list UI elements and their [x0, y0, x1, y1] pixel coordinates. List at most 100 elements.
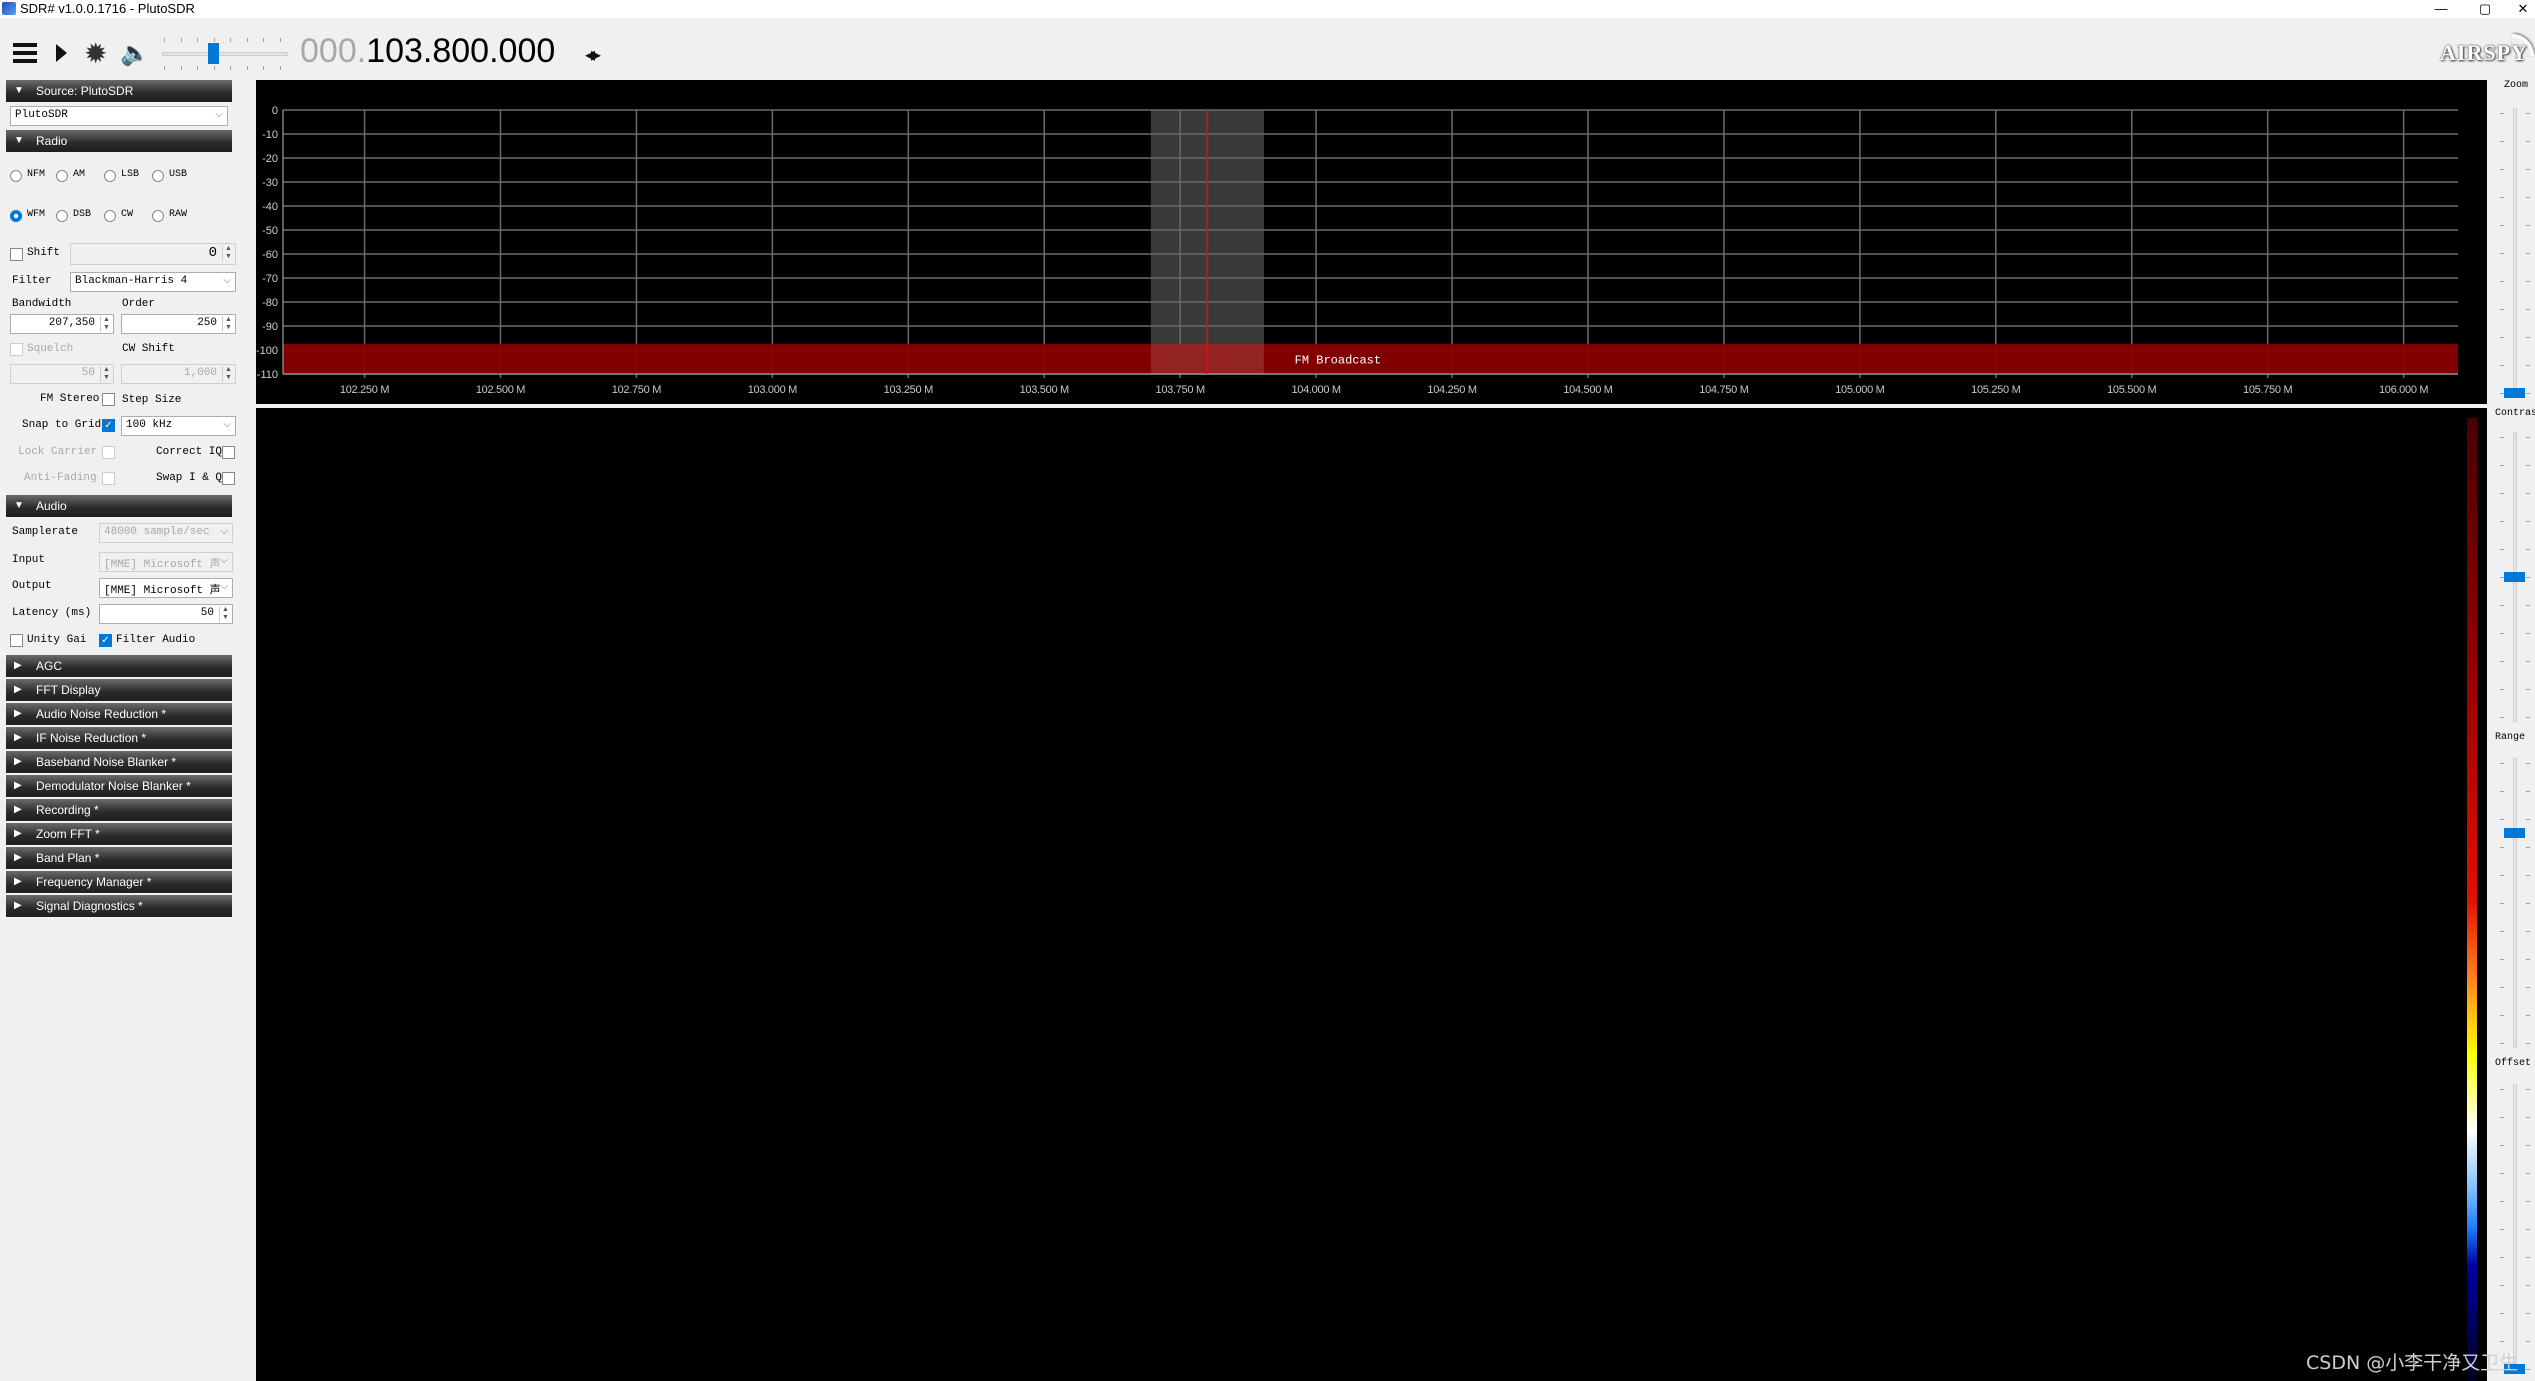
audio-input-select[interactable]: [MME] Microsoft 声 ⌵: [99, 552, 233, 572]
slider-tick: [2500, 521, 2504, 522]
filter-audio-checkbox[interactable]: ✓: [99, 634, 112, 647]
minimize-button[interactable]: —: [2418, 0, 2464, 18]
step-size-value: 100 kHz: [126, 419, 173, 431]
mode-radio-raw[interactable]: [152, 210, 164, 222]
expand-arrow-icon: ▶: [14, 780, 22, 791]
chevron-down-icon: ⌵: [220, 555, 228, 566]
mode-label-dsb: DSB: [73, 209, 92, 220]
mode-radio-dsb[interactable]: [56, 210, 68, 222]
gear-icon[interactable]: ✹: [84, 40, 107, 68]
expand-arrow-icon: ▶: [14, 708, 22, 719]
section-header-recording[interactable]: ▶ Recording *: [6, 799, 232, 821]
order-label: Order: [122, 298, 156, 310]
unity-gain-checkbox[interactable]: [10, 634, 23, 647]
slider-tick: [2500, 1341, 2504, 1342]
section-header-demodulator-noise-blanker[interactable]: ▶ Demodulator Noise Blanker *: [6, 775, 232, 797]
cw-shift-input[interactable]: 1,000 ▲ ▼: [121, 364, 236, 384]
source-device-select[interactable]: PlutoSDR ⌵: [10, 106, 228, 126]
play-icon[interactable]: [56, 44, 67, 62]
lock-carrier-checkbox[interactable]: [102, 446, 115, 459]
filter-select[interactable]: Blackman-Harris 4 ⌵: [70, 272, 236, 292]
slider-tick: [2500, 633, 2504, 634]
range-slider-track[interactable]: [2513, 758, 2517, 1048]
slider-tick: [2526, 577, 2530, 578]
spinner-arrows-icon[interactable]: ▲ ▼: [222, 245, 234, 261]
x-tick-label: 102.500 M: [476, 384, 525, 396]
shift-checkbox[interactable]: [10, 248, 23, 261]
audio-output-select[interactable]: [MME] Microsoft 声 ⌵: [99, 578, 233, 598]
latency-input[interactable]: 50 ▲ ▼: [99, 604, 233, 624]
swap-iq-checkbox[interactable]: [222, 472, 235, 485]
anti-fading-checkbox[interactable]: [102, 472, 115, 485]
slider-tick: [2500, 1117, 2504, 1118]
shift-input[interactable]: 0 ▲ ▼: [70, 243, 236, 265]
swap-iq-label: Swap I & Q: [156, 472, 223, 484]
correct-iq-checkbox[interactable]: [222, 446, 235, 459]
section-header-baseband-noise-blanker[interactable]: ▶ Baseband Noise Blanker *: [6, 751, 232, 773]
samplerate-select[interactable]: 48000 sample/sec ⌵: [99, 523, 233, 543]
spectrum-analyzer[interactable]: 0 -10 -20 -30 -40 -50 -60 -70 -80 -90 -100 -110 102.…: [256, 80, 2487, 404]
contras-slider-thumb[interactable]: [2504, 572, 2525, 582]
section-header-fft-display[interactable]: ▶ FFT Display: [6, 679, 232, 701]
zoom-slider-track[interactable]: [2513, 108, 2517, 398]
bandwidth-value: 207,350: [48, 317, 95, 329]
mode-radio-lsb[interactable]: [104, 170, 116, 182]
section-header-radio[interactable]: ▼ Radio: [6, 130, 232, 152]
offset-slider-track[interactable]: [2513, 1084, 2517, 1374]
range-slider-thumb[interactable]: [2504, 828, 2525, 838]
x-tick-label: 103.750 M: [1156, 384, 1205, 396]
spinner-arrows-icon[interactable]: ▲ ▼: [100, 366, 112, 382]
volume-slider-thumb[interactable]: [208, 43, 219, 64]
section-header-frequency-manager[interactable]: ▶ Frequency Manager *: [6, 871, 232, 893]
fm-stereo-label: FM Stereo: [40, 393, 100, 405]
output-label: Output: [12, 580, 52, 592]
chevron-down-icon: ⌵: [223, 275, 231, 286]
squelch-checkbox[interactable]: [10, 343, 23, 356]
tune-arrows-icon[interactable]: ◂▸: [585, 42, 601, 67]
order-input[interactable]: 250 ▲ ▼: [121, 314, 236, 334]
section-header-agc[interactable]: ▶ AGC: [6, 655, 232, 677]
mode-radio-wfm[interactable]: [10, 210, 22, 222]
bandwidth-input[interactable]: 207,350 ▲ ▼: [10, 314, 114, 334]
menu-icon[interactable]: [13, 43, 37, 63]
section-header-source[interactable]: ▼ Source: PlutoSDR: [6, 80, 232, 102]
slider-tick: [2526, 959, 2530, 960]
spinner-arrows-icon[interactable]: ▲ ▼: [100, 316, 112, 332]
zoom-slider-thumb[interactable]: [2504, 388, 2525, 398]
close-button[interactable]: ✕: [2500, 0, 2535, 18]
fm-stereo-checkbox[interactable]: [102, 393, 115, 406]
frequency-prefix[interactable]: 000.: [300, 32, 366, 70]
waterfall-display[interactable]: [256, 408, 2487, 1381]
spinner-arrows-icon[interactable]: ▲ ▼: [222, 366, 234, 382]
section-header-signal-diagnostics[interactable]: ▶ Signal Diagnostics *: [6, 895, 232, 917]
spectrum-plot[interactable]: 0 -10 -20 -30 -40 -50 -60 -70 -80 -90 -100 -110 102.…: [256, 80, 2487, 404]
section-header-zoom-fft[interactable]: ▶ Zoom FFT *: [6, 823, 232, 845]
section-header-if-noise-reduction[interactable]: ▶ IF Noise Reduction *: [6, 727, 232, 749]
y-tick-label: -80: [262, 297, 278, 309]
spinner-arrows-icon[interactable]: ▲ ▼: [219, 606, 231, 622]
slider-tick: [2500, 197, 2504, 198]
slider-tick: [2526, 1043, 2530, 1044]
mode-radio-nfm[interactable]: [10, 170, 22, 182]
slider-tick: [2500, 141, 2504, 142]
mode-radio-usb[interactable]: [152, 170, 164, 182]
frequency-display[interactable]: 000.103.800.000: [300, 32, 555, 71]
slider-tick: [2500, 605, 2504, 606]
slider-tick: [2500, 549, 2504, 550]
section-header-audio-noise-reduction[interactable]: ▶ Audio Noise Reduction *: [6, 703, 232, 725]
volume-slider-track[interactable]: [162, 52, 288, 56]
range-slider-label: Range: [2495, 732, 2526, 743]
step-size-label: Step Size: [122, 394, 182, 406]
slider-tick: [2500, 1285, 2504, 1286]
frequency-main[interactable]: 103.800.000: [366, 32, 555, 70]
mode-radio-am[interactable]: [56, 170, 68, 182]
volume-slider[interactable]: [160, 36, 290, 72]
mode-radio-cw[interactable]: [104, 210, 116, 222]
speaker-icon[interactable]: 🔈: [120, 40, 150, 68]
step-size-select[interactable]: 100 kHz ⌵: [121, 416, 236, 436]
spinner-arrows-icon[interactable]: ▲ ▼: [222, 316, 234, 332]
section-header-band-plan[interactable]: ▶ Band Plan *: [6, 847, 232, 869]
snap-to-grid-checkbox[interactable]: ✓: [102, 419, 115, 432]
squelch-input[interactable]: 50 ▲ ▼: [10, 364, 114, 384]
section-header-audio[interactable]: ▼ Audio: [6, 495, 232, 517]
